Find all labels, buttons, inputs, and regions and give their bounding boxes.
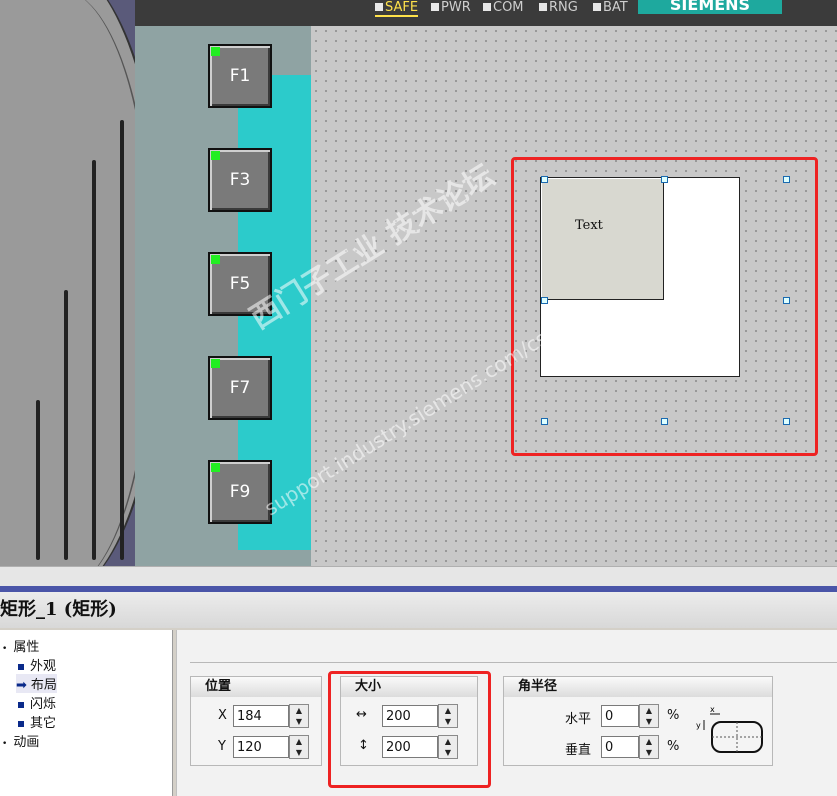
led-square-icon <box>431 3 439 11</box>
vertical-radius-spinner[interactable]: ▲ ▼ <box>639 735 659 759</box>
device-bezel <box>0 0 135 566</box>
highlight-box-size <box>328 671 491 788</box>
group-corner-radius-header: 角半径 <box>504 677 772 697</box>
vertical-unit: % <box>667 739 680 754</box>
tree-item-layout[interactable]: ➡ 布局 <box>16 674 57 693</box>
arrow-right-icon: ➡ <box>16 678 27 693</box>
led-square-icon <box>593 3 601 11</box>
led-rng: RNG <box>539 0 578 15</box>
siemens-logo: SIEMENS <box>638 0 782 14</box>
y-position-input[interactable]: 120 <box>233 736 289 758</box>
x-label: X <box>218 708 227 723</box>
led-square-icon <box>483 3 491 11</box>
bezel-line <box>120 120 124 560</box>
bezel-line <box>92 160 96 560</box>
properties-title: 矩形_1 (矩形) <box>0 592 837 628</box>
tree-item-misc[interactable]: 其它 <box>18 712 56 731</box>
y-position-spinner[interactable]: ▲ ▼ <box>289 735 309 759</box>
horizontal-radius-input[interactable]: 0 <box>601 705 639 727</box>
property-editor-rule <box>190 662 837 663</box>
led-safe: SAFE <box>375 0 419 17</box>
y-label: Y <box>218 739 226 754</box>
bezel-line <box>64 290 68 560</box>
function-key-f9[interactable]: F9 <box>208 460 272 524</box>
horizontal-label: 水平 <box>565 712 592 727</box>
horizontal-unit: % <box>667 708 680 723</box>
key-led-icon <box>211 463 220 472</box>
led-com: COM <box>483 0 524 15</box>
tree-item-appearance[interactable]: 外观 <box>18 655 56 674</box>
key-led-icon <box>211 151 220 160</box>
bezel-line <box>36 400 40 560</box>
led-bat: BAT <box>593 0 628 15</box>
key-led-icon <box>211 47 220 56</box>
function-key-f3[interactable]: F3 <box>208 148 272 212</box>
vertical-label: 垂直 <box>565 743 592 758</box>
led-square-icon <box>539 3 547 11</box>
led-square-icon <box>375 3 383 11</box>
bullet-icon <box>18 701 24 708</box>
key-led-icon <box>211 255 220 264</box>
key-led-icon <box>211 359 220 368</box>
function-key-f7[interactable]: F7 <box>208 356 272 420</box>
vertical-radius-input[interactable]: 0 <box>601 736 639 758</box>
function-key-f1[interactable]: F1 <box>208 44 272 108</box>
corner-radius-diagram-icon: x y <box>696 705 763 753</box>
tree-item-animation[interactable]: • 动画 <box>2 731 39 750</box>
horizontal-radius-spinner[interactable]: ▲ ▼ <box>639 704 659 728</box>
status-strip <box>0 566 837 587</box>
svg-text:x: x <box>710 705 715 714</box>
group-position-header: 位置 <box>191 677 321 697</box>
tree-item-properties[interactable]: • 属性 <box>2 636 39 655</box>
bullet-icon <box>18 720 24 727</box>
x-position-spinner[interactable]: ▲ ▼ <box>289 704 309 728</box>
highlight-box-selection <box>511 157 818 456</box>
property-tree: • 属性 外观 ➡ 布局 闪烁 其它 • 动画 <box>0 630 173 796</box>
led-pwr: PWR <box>431 0 471 15</box>
bullet-icon <box>18 663 24 670</box>
x-position-input[interactable]: 184 <box>233 705 289 727</box>
svg-text:y: y <box>696 721 701 730</box>
tree-item-flashing[interactable]: 闪烁 <box>18 693 56 712</box>
